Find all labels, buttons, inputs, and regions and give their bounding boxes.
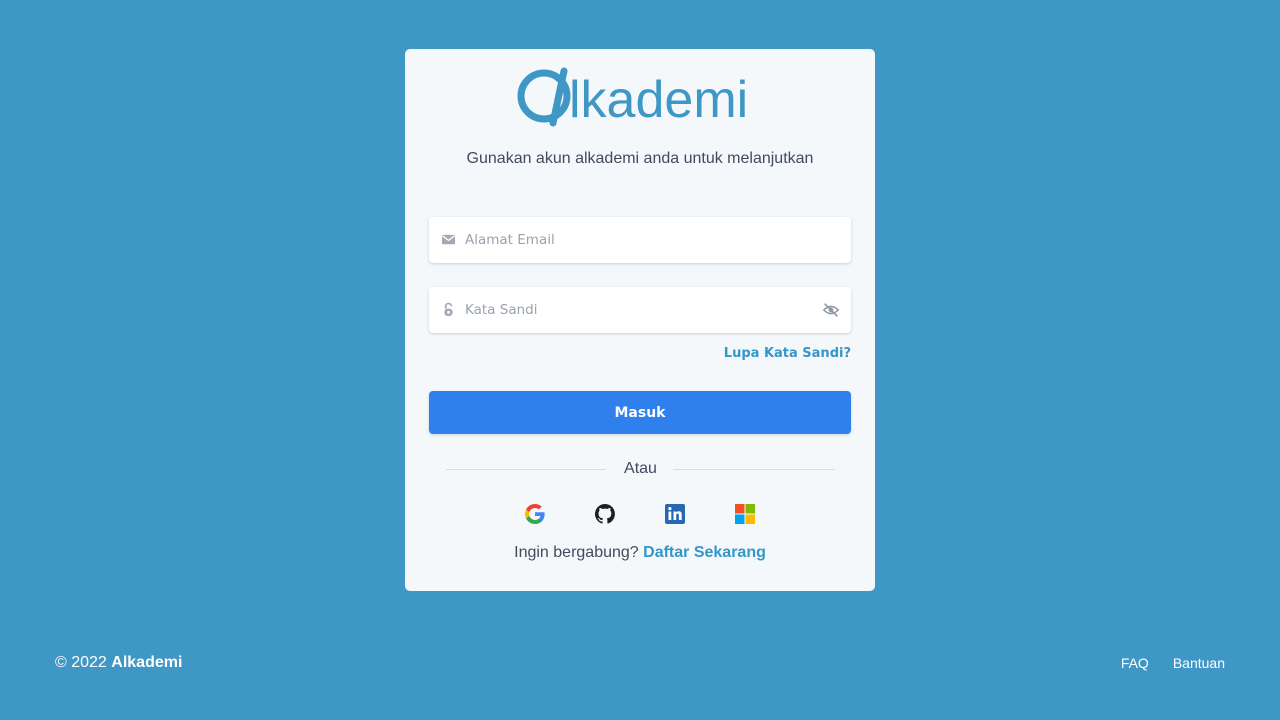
signup-link[interactable]: Daftar Sekarang [643, 544, 766, 561]
eye-slash-icon[interactable] [822, 302, 840, 318]
password-input[interactable] [465, 287, 805, 333]
svg-text:lkademi: lkademi [569, 71, 748, 127]
microsoft-icon[interactable] [733, 502, 757, 526]
signup-prompt: Ingin bergabung? Daftar Sekarang [405, 544, 875, 562]
copyright-text: © 2022 [55, 654, 107, 671]
login-card: lkademi Gunakan akun alkademi anda untuk… [405, 49, 875, 591]
unlock-icon [444, 302, 453, 317]
or-divider: Atau [446, 459, 835, 481]
envelope-icon [441, 234, 456, 245]
password-field[interactable] [429, 287, 851, 333]
footer-links: FAQ Bantuan [1121, 655, 1225, 671]
github-icon[interactable] [593, 502, 617, 526]
email-input[interactable] [465, 217, 805, 263]
help-link[interactable]: Bantuan [1173, 655, 1225, 671]
footer-copyright: © 2022 Alkademi [55, 654, 182, 672]
google-icon[interactable] [523, 502, 547, 526]
signup-question: Ingin bergabung? [514, 544, 639, 561]
footer-brand: Alkademi [111, 654, 183, 671]
login-subtitle: Gunakan akun alkademi anda untuk melanju… [466, 150, 814, 167]
alkademi-logo: lkademi [517, 67, 763, 127]
faq-link[interactable]: FAQ [1121, 655, 1149, 671]
forgot-password-link[interactable]: Lupa Kata Sandi? [724, 346, 851, 361]
email-field[interactable] [429, 217, 851, 263]
linkedin-icon[interactable] [663, 502, 687, 526]
divider-line [673, 469, 835, 470]
login-button[interactable]: Masuk [429, 391, 851, 434]
